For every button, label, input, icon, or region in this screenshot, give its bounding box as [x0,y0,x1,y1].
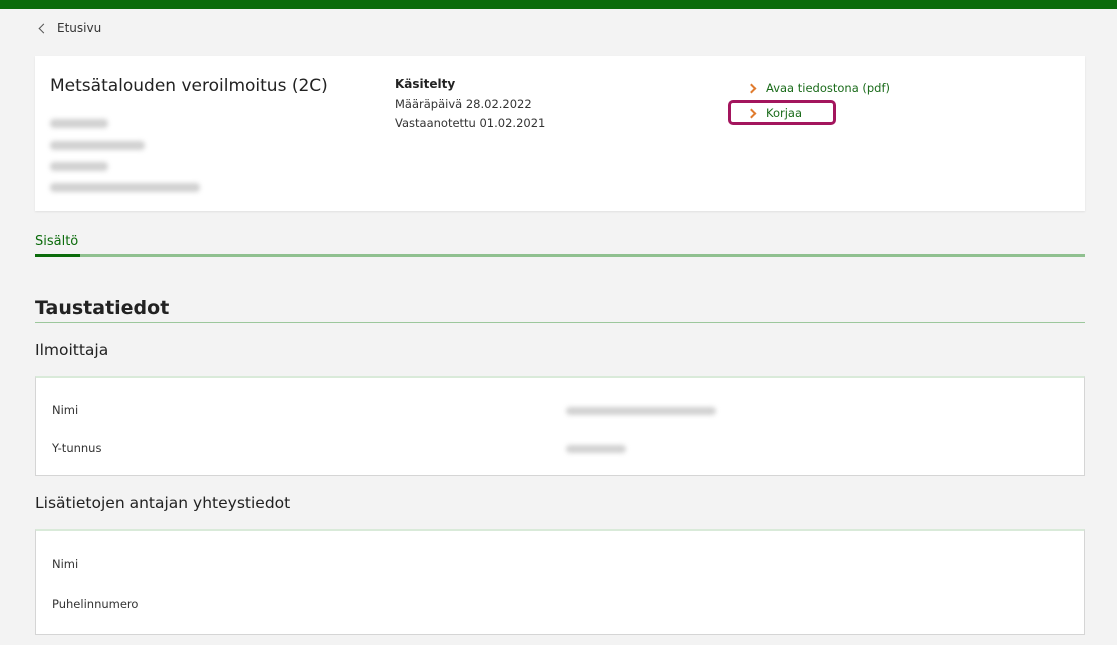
received-date: Vastaanotettu 01.02.2021 [395,116,546,130]
section-divider [35,322,1085,323]
redacted-text [50,141,145,150]
document-title: Metsätalouden veroilmoitus (2C) [50,76,328,96]
filer-panel: Nimi Y-tunnus [35,376,1085,476]
redacted-text [566,407,716,415]
back-link[interactable]: Etusivu [38,21,102,35]
contact-phone-label: Puhelinnumero [52,597,139,611]
contact-name-label: Nimi [52,557,79,571]
tab-underline [35,254,1085,257]
open-pdf-link[interactable]: Avaa tiedostona (pdf) [746,81,891,95]
document-status: Käsitelty [395,77,456,91]
due-date: Määräpäivä 28.02.2022 [395,97,532,111]
tab-content[interactable]: Sisältö [35,234,78,249]
contact-panel: Nimi Puhelinnumero [35,529,1085,635]
chevron-right-icon [746,83,757,93]
chevron-left-icon [38,23,49,34]
contact-heading: Lisätietojen antajan yhteystiedot [35,494,291,512]
open-pdf-label: Avaa tiedostona (pdf) [766,81,891,95]
back-link-label: Etusivu [57,21,102,35]
filer-heading: Ilmoittaja [35,341,109,359]
tab-active-indicator [35,254,80,257]
redacted-text [50,183,200,192]
top-brand-bar [0,0,1117,9]
redacted-text [50,119,108,128]
correct-link-highlight [728,100,836,125]
section-title: Taustatiedot [35,297,170,319]
filer-name-label: Nimi [52,403,79,417]
document-summary-card: Metsätalouden veroilmoitus (2C) Käsitelt… [35,56,1085,211]
redacted-text [566,445,626,453]
redacted-text [50,162,108,171]
filer-ytunnus-label: Y-tunnus [52,441,102,455]
